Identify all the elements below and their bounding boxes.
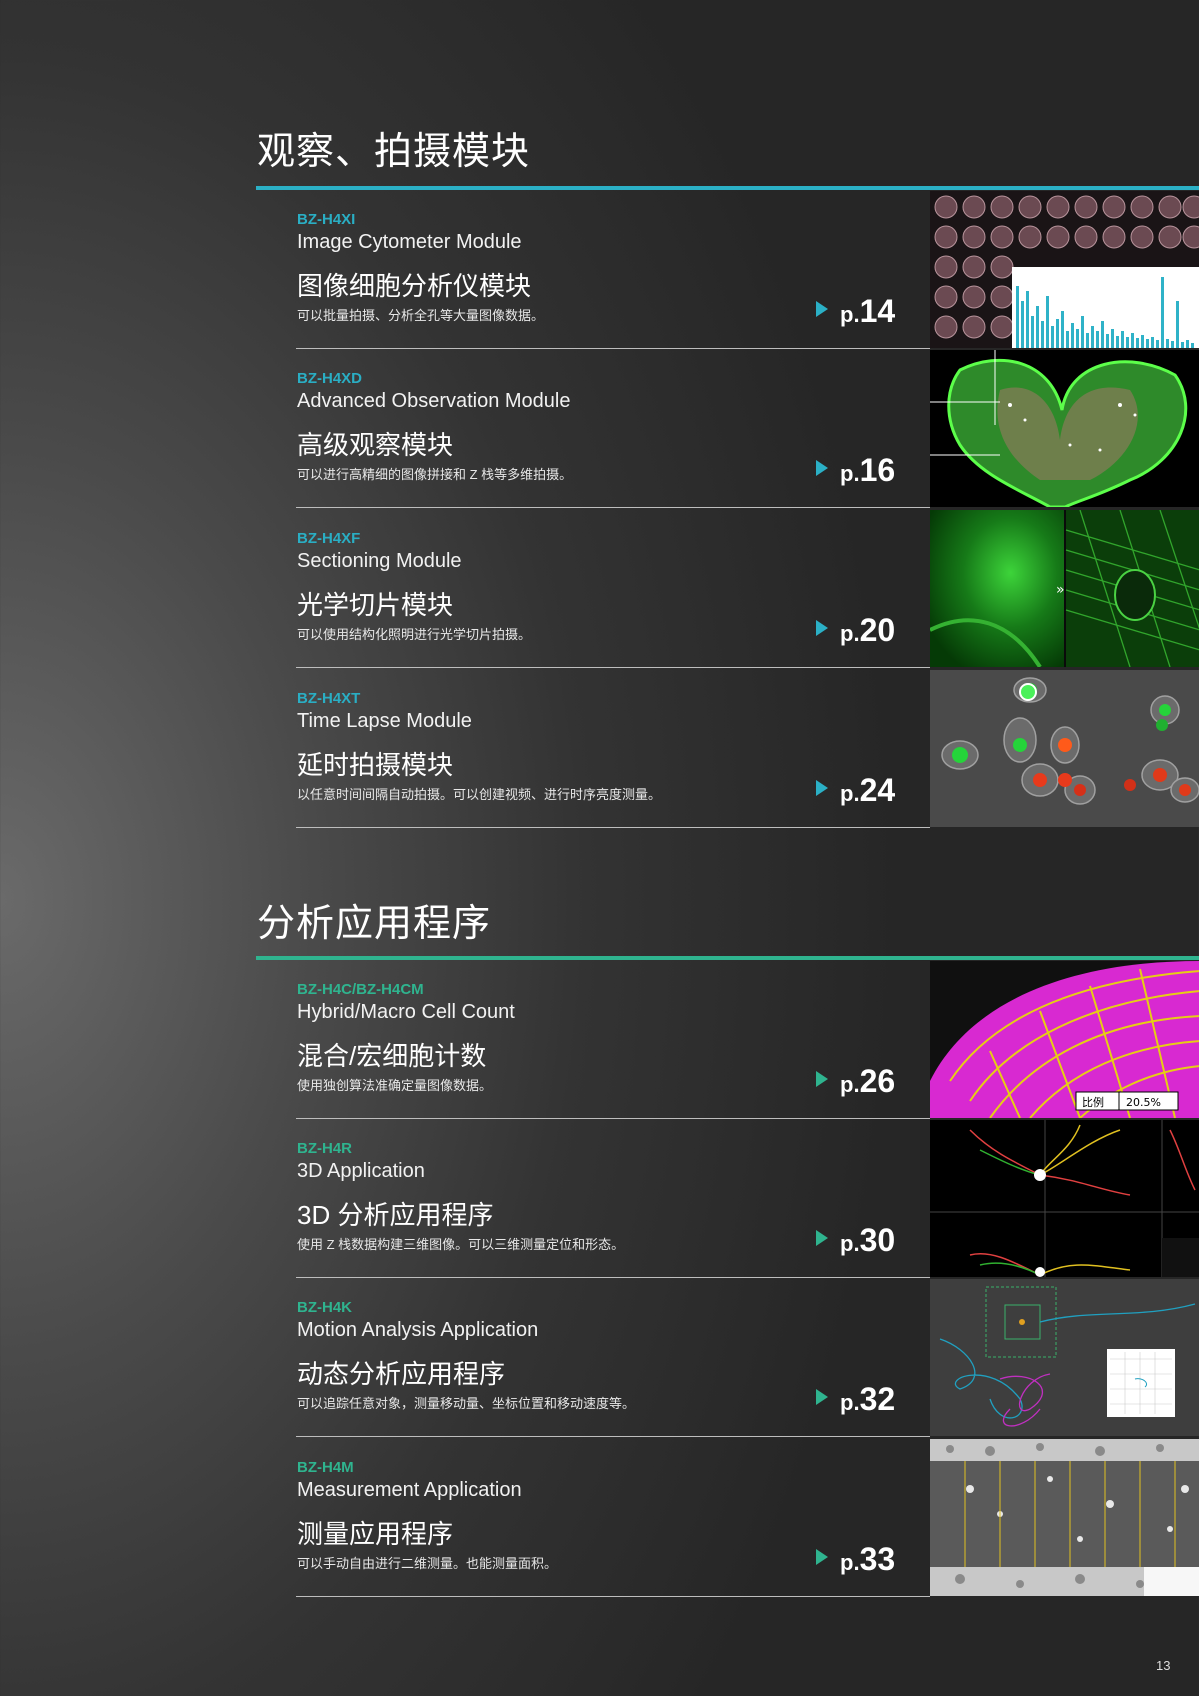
- thumbnail-measurement: [930, 1439, 1199, 1596]
- page-reference[interactable]: p. 26: [816, 1063, 895, 1100]
- page-number-ref: 20: [859, 612, 896, 648]
- application-item[interactable]: BZ-H4R 3D Application 3D 分析应用程序 使用 Z 栈数据…: [296, 1120, 1199, 1278]
- item-divider: [296, 667, 930, 668]
- page-reference[interactable]: p. 20: [816, 612, 895, 649]
- page-number-ref: 30: [859, 1222, 896, 1258]
- page-number: 13: [1156, 1658, 1171, 1673]
- thumbnail-3d-neuron: [930, 1120, 1199, 1277]
- chinese-name: 测量应用程序: [297, 1519, 454, 1549]
- chinese-name: 光学切片模块: [297, 590, 454, 620]
- description: 可以手动自由进行二维测量。也能测量面积。: [297, 1556, 558, 1571]
- english-name: Sectioning Module: [297, 550, 462, 572]
- application-item[interactable]: BZ-H4M Measurement Application 测量应用程序 可以…: [296, 1439, 1199, 1597]
- arrow-right-icon: [816, 460, 828, 476]
- english-name: Measurement Application: [297, 1479, 522, 1501]
- svg-text:»: »: [1056, 582, 1065, 598]
- chinese-name: 延时拍摄模块: [297, 750, 454, 780]
- page-reference[interactable]: p. 32: [816, 1381, 895, 1418]
- model-code: BZ-H4XI: [297, 211, 356, 228]
- description: 可以使用结构化照明进行光学切片拍摄。: [297, 627, 532, 642]
- module-item[interactable]: BZ-H4XT Time Lapse Module 延时拍摄模块 以任意时间间隔…: [296, 670, 1199, 828]
- item-divider: [296, 1596, 930, 1597]
- chinese-name: 混合/宏细胞计数: [297, 1041, 487, 1071]
- arrow-right-icon: [816, 1549, 828, 1565]
- arrow-right-icon: [816, 1389, 828, 1405]
- english-name: Hybrid/Macro Cell Count: [297, 1001, 515, 1023]
- item-divider: [296, 1277, 930, 1278]
- model-code: BZ-H4K: [297, 1299, 352, 1316]
- page-number-ref: 16: [859, 452, 896, 488]
- model-code: BZ-H4XD: [297, 370, 363, 387]
- page-reference[interactable]: p. 14: [816, 293, 895, 330]
- arrow-right-icon: [816, 1071, 828, 1087]
- model-code: BZ-H4C/BZ-H4CM: [297, 981, 424, 998]
- english-name: Time Lapse Module: [297, 710, 472, 732]
- page-reference[interactable]: p. 30: [816, 1222, 895, 1259]
- item-divider: [296, 507, 930, 508]
- chinese-name: 3D 分析应用程序: [297, 1200, 494, 1230]
- section-rule: [256, 956, 1199, 960]
- description: 以任意时间间隔自动拍摄。可以创建视频、进行时序亮度测量。: [297, 787, 662, 802]
- thumbnail-well-plate-histogram: [930, 191, 1199, 348]
- section-rule: [256, 186, 1199, 190]
- module-item[interactable]: BZ-H4XD Advanced Observation Module 高级观察…: [296, 350, 1199, 508]
- english-name: Motion Analysis Application: [297, 1319, 539, 1341]
- thumbnail-cell-count: 比例 20.5%: [930, 961, 1199, 1118]
- page-number-ref: 32: [859, 1381, 896, 1417]
- section-title-modules: 观察、拍摄模块: [257, 129, 531, 173]
- page-reference[interactable]: p. 33: [816, 1541, 895, 1578]
- thumbnail-time-lapse-cells: [930, 670, 1199, 827]
- description: 可以批量拍摄、分析全孔等大量图像数据。: [297, 308, 545, 323]
- overlay-value: 20.5%: [1126, 1096, 1161, 1109]
- application-item[interactable]: BZ-H4K Motion Analysis Application 动态分析应…: [296, 1279, 1199, 1437]
- section-title-applications: 分析应用程序: [257, 901, 492, 945]
- description: 使用独创算法准确定量图像数据。: [297, 1078, 493, 1093]
- item-divider: [296, 827, 930, 828]
- chinese-name: 动态分析应用程序: [297, 1359, 506, 1389]
- model-code: BZ-H4R: [297, 1140, 352, 1157]
- english-name: Image Cytometer Module: [297, 231, 522, 253]
- model-code: BZ-H4M: [297, 1459, 354, 1476]
- arrow-right-icon: [816, 620, 828, 636]
- model-code: BZ-H4XF: [297, 530, 361, 547]
- chinese-name: 图像细胞分析仪模块: [297, 271, 532, 301]
- page-number-ref: 26: [859, 1063, 896, 1099]
- module-item[interactable]: BZ-H4XF Sectioning Module 光学切片模块 可以使用结构化…: [296, 510, 1199, 668]
- overlay-label: 比例: [1082, 1095, 1104, 1109]
- thumbnail-motion-tracking: [930, 1279, 1199, 1436]
- thumbnail-brain-section: [930, 350, 1199, 507]
- arrow-right-icon: [816, 301, 828, 317]
- page-reference[interactable]: p. 24: [816, 772, 895, 809]
- page-number-ref: 14: [859, 293, 896, 329]
- page-number-ref: 24: [859, 772, 896, 808]
- item-divider: [296, 348, 930, 349]
- module-item[interactable]: BZ-H4XI Image Cytometer Module 图像细胞分析仪模块…: [296, 191, 1199, 349]
- chinese-name: 高级观察模块: [297, 430, 454, 460]
- thumbnail-sectioning-comparison: »: [930, 510, 1199, 667]
- page-reference[interactable]: p. 16: [816, 452, 895, 489]
- english-name: Advanced Observation Module: [297, 390, 571, 412]
- model-code: BZ-H4XT: [297, 690, 361, 707]
- description: 使用 Z 栈数据构建三维图像。可以三维测量定位和形态。: [297, 1237, 625, 1252]
- arrow-right-icon: [816, 780, 828, 796]
- description: 可以进行高精细的图像拼接和 Z 栈等多维拍摄。: [297, 467, 573, 482]
- description: 可以追踪任意对象，测量移动量、坐标位置和移动速度等。: [297, 1396, 636, 1411]
- item-divider: [296, 1118, 930, 1119]
- application-item[interactable]: BZ-H4C/BZ-H4CM Hybrid/Macro Cell Count 混…: [296, 961, 1199, 1119]
- page-number-ref: 33: [859, 1541, 896, 1577]
- arrow-right-icon: [816, 1230, 828, 1246]
- item-divider: [296, 1436, 930, 1437]
- english-name: 3D Application: [297, 1160, 425, 1182]
